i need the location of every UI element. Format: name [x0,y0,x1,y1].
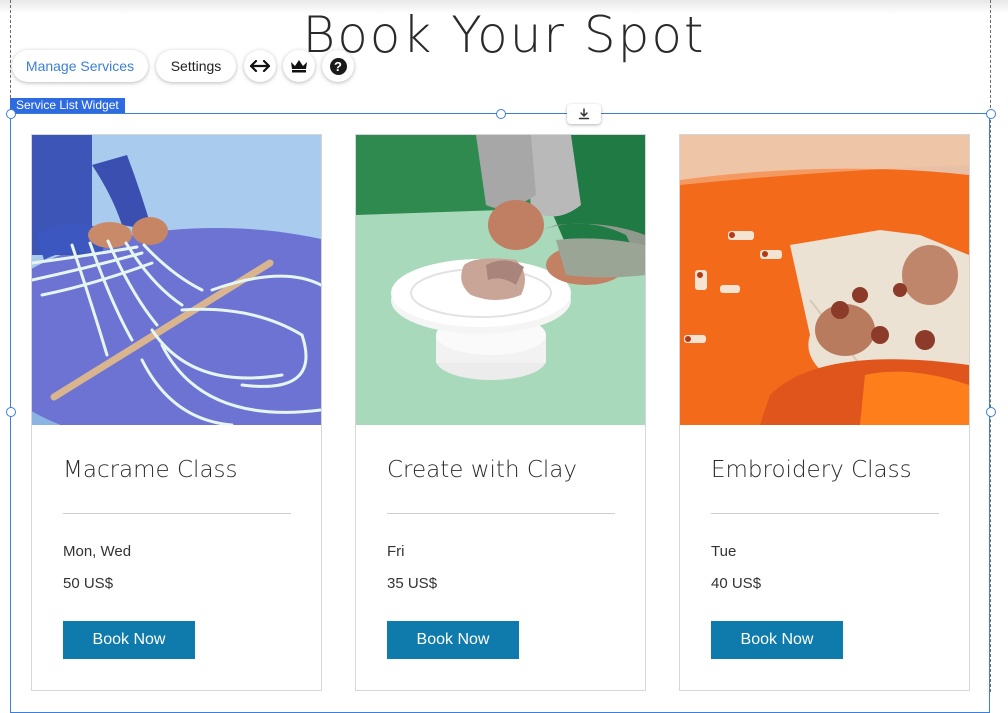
resize-handle-top-center[interactable] [496,109,506,119]
resize-handle-left[interactable] [6,407,16,417]
service-card-clay: Create with Clay Fri 35 US$ Book Now [355,134,646,691]
service-days: Fri [387,543,405,560]
help-button[interactable]: ? [322,50,354,82]
book-now-button[interactable]: Book Now [711,621,843,659]
widget-tag: Service List Widget [10,98,125,113]
question-circle-icon: ? [329,57,347,75]
resize-handle-right[interactable] [986,407,996,417]
service-card-macrame: Macrame Class Mon, Wed 50 US$ Book Now [31,134,322,691]
right-guide-line [990,0,991,692]
service-price: 35 US$ [387,575,438,592]
service-price: 40 US$ [711,575,762,592]
horizontal-arrows-icon [250,60,270,72]
embroidery-class-image[interactable] [680,135,969,425]
divider [63,513,291,514]
service-price: 50 US$ [63,575,114,592]
service-name[interactable]: Macrame Class [63,457,238,483]
book-now-button[interactable]: Book Now [63,621,195,659]
create-with-clay-image[interactable] [356,135,645,425]
divider [387,513,615,514]
upgrade-button[interactable] [283,50,315,82]
stretch-button[interactable] [244,50,276,82]
macrame-class-image[interactable] [32,135,321,425]
download-icon [578,108,590,120]
divider [711,513,939,514]
service-days: Tue [711,543,737,560]
page-title: Book Your Spot [302,6,706,64]
book-now-button[interactable]: Book Now [387,621,519,659]
settings-button[interactable]: Settings [156,50,236,82]
service-name[interactable]: Create with Clay [387,457,577,483]
service-card-embroidery: Embroidery Class Tue 40 US$ Book Now [679,134,970,691]
resize-handle-top-right[interactable] [986,109,996,119]
download-button[interactable] [567,104,601,124]
service-days: Mon, Wed [63,543,132,560]
service-name[interactable]: Embroidery Class [711,457,912,483]
manage-services-button[interactable]: Manage Services [12,50,148,82]
resize-handle-top-left[interactable] [6,109,16,119]
crown-icon [291,60,307,73]
